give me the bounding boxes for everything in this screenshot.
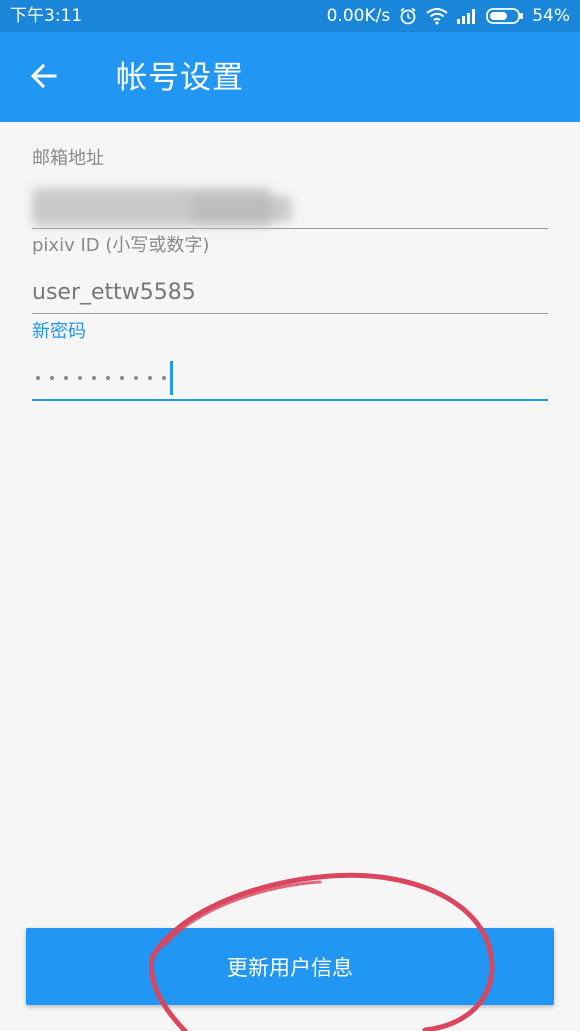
text-cursor: [170, 361, 173, 395]
battery-icon: [486, 7, 524, 25]
signal-icon: [456, 8, 478, 24]
pixiv-id-input-wrapper: [32, 271, 548, 314]
password-dot: [50, 376, 54, 380]
password-dot: [36, 376, 40, 380]
arrow-left-icon: [30, 62, 58, 94]
email-input[interactable]: [32, 186, 548, 229]
password-dot: [78, 376, 82, 380]
pixiv-id-input[interactable]: [32, 279, 548, 305]
status-bar: 下午3:11 0.00K/s 54%: [0, 0, 580, 32]
email-field: 邮箱地址: [32, 148, 548, 229]
redacted-email-part: [192, 196, 292, 222]
back-button[interactable]: [20, 54, 68, 102]
page-title: 帐号设置: [116, 60, 244, 96]
wifi-icon: [426, 7, 448, 25]
status-time: 下午3:11: [10, 6, 83, 26]
email-label: 邮箱地址: [32, 148, 104, 169]
password-input[interactable]: [32, 357, 548, 401]
password-label: 新密码: [32, 321, 86, 342]
password-dot: [148, 376, 152, 380]
password-dots: [36, 376, 166, 380]
app-bar: 帐号设置: [0, 32, 580, 122]
password-field: 新密码: [32, 321, 548, 401]
update-user-info-button[interactable]: 更新用户信息: [26, 928, 554, 1005]
alarm-icon: [398, 6, 418, 26]
password-dot: [64, 376, 68, 380]
password-dot: [162, 376, 166, 380]
pixiv-id-field: pixiv ID (小写或数字): [32, 235, 548, 314]
network-speed: 0.00K/s: [326, 6, 391, 26]
password-dot: [92, 376, 96, 380]
password-dot: [120, 376, 124, 380]
battery-percent: 54%: [532, 6, 570, 26]
password-dot: [106, 376, 110, 380]
pixiv-id-label: pixiv ID (小写或数字): [32, 235, 210, 256]
password-dot: [134, 376, 138, 380]
status-icons: 0.00K/s 54%: [327, 6, 570, 26]
